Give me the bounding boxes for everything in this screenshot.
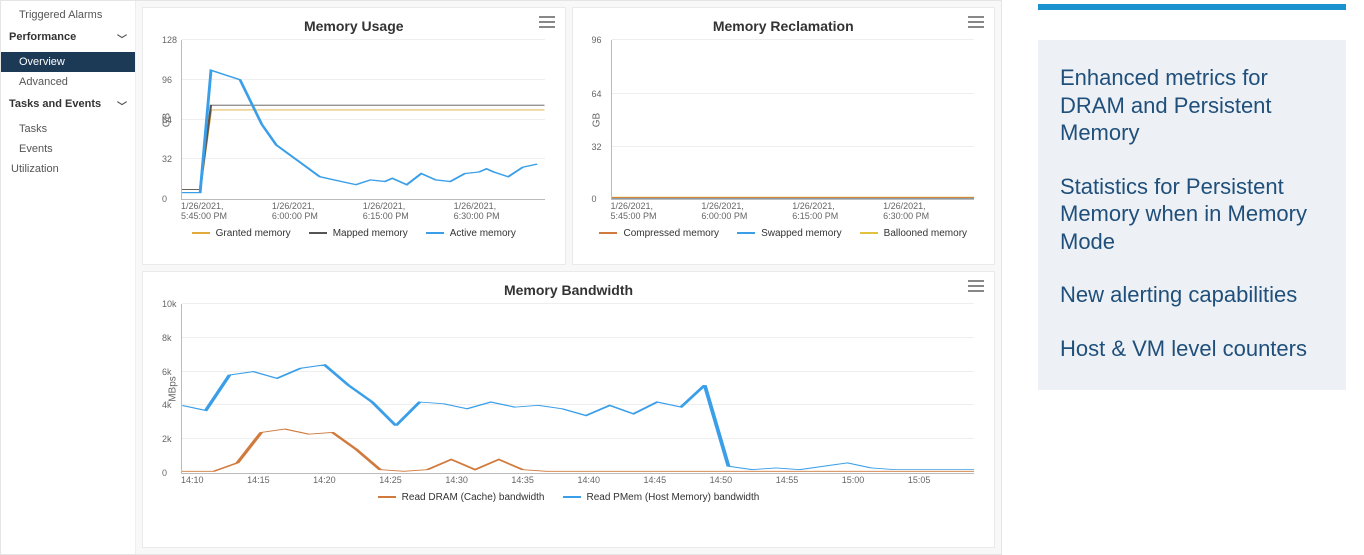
chart-lines [182, 40, 545, 199]
y-tick: 128 [162, 35, 177, 45]
feature-item: Statistics for Persistent Memory when in… [1060, 173, 1324, 256]
feature-item: New alerting capabilities [1060, 281, 1324, 309]
x-tick: 14:45 [644, 476, 710, 486]
x-tick: 1/26/2021, 6:30:00 PM [883, 202, 974, 222]
x-tick: 1/26/2021, 6:30:00 PM [454, 202, 545, 222]
x-tick: 1/26/2021, 6:15:00 PM [363, 202, 454, 222]
sidebar-item-events[interactable]: Events [1, 139, 135, 159]
y-tick: 8k [162, 333, 172, 343]
y-tick: 64 [162, 115, 172, 125]
chart-title: Memory Bandwidth [157, 280, 980, 304]
x-tick: 14:10 [181, 476, 247, 486]
chart-legend: Read DRAM (Cache) bandwidth Read PMem (H… [157, 486, 980, 505]
legend-item: Mapped memory [309, 228, 408, 239]
y-tick: 10k [162, 299, 177, 309]
x-tick: 1/26/2021, 6:00:00 PM [701, 202, 792, 222]
sidebar: Triggered Alarms Performance ﹀ Overview … [1, 1, 136, 554]
x-tick: 14:30 [445, 476, 511, 486]
y-axis-label: GB [591, 112, 602, 126]
feature-list: Enhanced metrics for DRAM and Persistent… [1038, 40, 1346, 390]
x-axis-ticks: 14:10 14:15 14:20 14:25 14:30 14:35 14:4… [181, 474, 974, 486]
x-tick: 14:35 [511, 476, 577, 486]
x-tick: 14:55 [776, 476, 842, 486]
y-tick: 6k [162, 367, 172, 377]
chevron-down-icon: ﹀ [117, 31, 127, 46]
x-tick: 1/26/2021, 6:00:00 PM [272, 202, 363, 222]
chart-plot-area: GB 0 32 64 96 128 [181, 40, 545, 200]
x-tick: 14:25 [379, 476, 445, 486]
chart-card-memory-usage: Memory Usage GB 0 32 64 96 128 [142, 7, 566, 265]
sidebar-item-triggered-alarms[interactable]: Triggered Alarms [1, 5, 135, 25]
chevron-down-icon: ﹀ [117, 98, 127, 113]
y-tick: 0 [162, 194, 167, 204]
legend-item: Granted memory [192, 228, 291, 239]
y-axis-label: MBps [167, 376, 178, 402]
legend-item: Read DRAM (Cache) bandwidth [378, 492, 545, 503]
x-tick: 15:05 [908, 476, 974, 486]
chart-title: Memory Reclamation [587, 16, 981, 40]
legend-item: Ballooned memory [860, 228, 967, 239]
sidebar-section-performance[interactable]: Performance ﹀ [1, 25, 135, 52]
y-tick: 0 [592, 194, 597, 204]
x-tick: 14:50 [710, 476, 776, 486]
x-axis-ticks: 1/26/2021, 5:45:00 PM 1/26/2021, 6:00:00… [611, 200, 975, 222]
legend-item: Read PMem (Host Memory) bandwidth [563, 492, 760, 503]
chart-card-memory-reclamation: Memory Reclamation GB 0 32 64 96 1/26/20… [572, 7, 996, 265]
chart-menu-icon[interactable] [539, 16, 555, 28]
y-tick: 4k [162, 400, 172, 410]
feature-item: Enhanced metrics for DRAM and Persistent… [1060, 64, 1324, 147]
legend-item: Active memory [426, 228, 516, 239]
y-tick: 32 [592, 142, 602, 152]
chart-plot-area: MBps 0 2k 4k 6k 8k 10k [181, 304, 974, 474]
sidebar-section-label: Tasks and Events [9, 98, 101, 113]
x-tick: 1/26/2021, 6:15:00 PM [792, 202, 883, 222]
chart-lines [182, 304, 974, 473]
sidebar-item-advanced[interactable]: Advanced [1, 72, 135, 92]
y-tick: 64 [592, 89, 602, 99]
chart-menu-icon[interactable] [968, 280, 984, 292]
y-tick: 96 [162, 75, 172, 85]
chart-legend: Granted memory Mapped memory Active memo… [157, 222, 551, 241]
feature-item: Host & VM level counters [1060, 335, 1324, 363]
x-tick: 14:20 [313, 476, 379, 486]
chart-plot-area: GB 0 32 64 96 [611, 40, 975, 200]
chart-menu-icon[interactable] [968, 16, 984, 28]
x-axis-ticks: 1/26/2021, 5:45:00 PM 1/26/2021, 6:00:00… [181, 200, 545, 222]
y-tick: 0 [162, 468, 167, 478]
accent-bar [1038, 4, 1346, 10]
chart-legend: Compressed memory Swapped memory Balloon… [587, 222, 981, 241]
chart-card-memory-bandwidth: Memory Bandwidth MBps 0 2k 4k 6k 8k 10k [142, 271, 995, 548]
sidebar-section-label: Performance [9, 31, 76, 46]
x-tick: 15:00 [842, 476, 908, 486]
legend-item: Swapped memory [737, 228, 842, 239]
monitoring-panel: Triggered Alarms Performance ﹀ Overview … [0, 0, 1002, 555]
y-tick: 96 [592, 35, 602, 45]
sidebar-section-tasks-events[interactable]: Tasks and Events ﹀ [1, 92, 135, 119]
charts-area: Memory Usage GB 0 32 64 96 128 [136, 1, 1001, 554]
chart-title: Memory Usage [157, 16, 551, 40]
x-tick: 14:40 [577, 476, 643, 486]
x-tick: 1/26/2021, 5:45:00 PM [181, 202, 272, 222]
feature-summary-panel: Enhanced metrics for DRAM and Persistent… [1002, 0, 1364, 555]
x-tick: 14:15 [247, 476, 313, 486]
x-tick: 1/26/2021, 5:45:00 PM [611, 202, 702, 222]
sidebar-item-overview[interactable]: Overview [1, 52, 135, 72]
y-tick: 32 [162, 154, 172, 164]
y-tick: 2k [162, 434, 172, 444]
chart-lines [612, 40, 975, 199]
sidebar-item-tasks[interactable]: Tasks [1, 119, 135, 139]
sidebar-item-utilization[interactable]: Utilization [1, 159, 135, 179]
legend-item: Compressed memory [599, 228, 719, 239]
